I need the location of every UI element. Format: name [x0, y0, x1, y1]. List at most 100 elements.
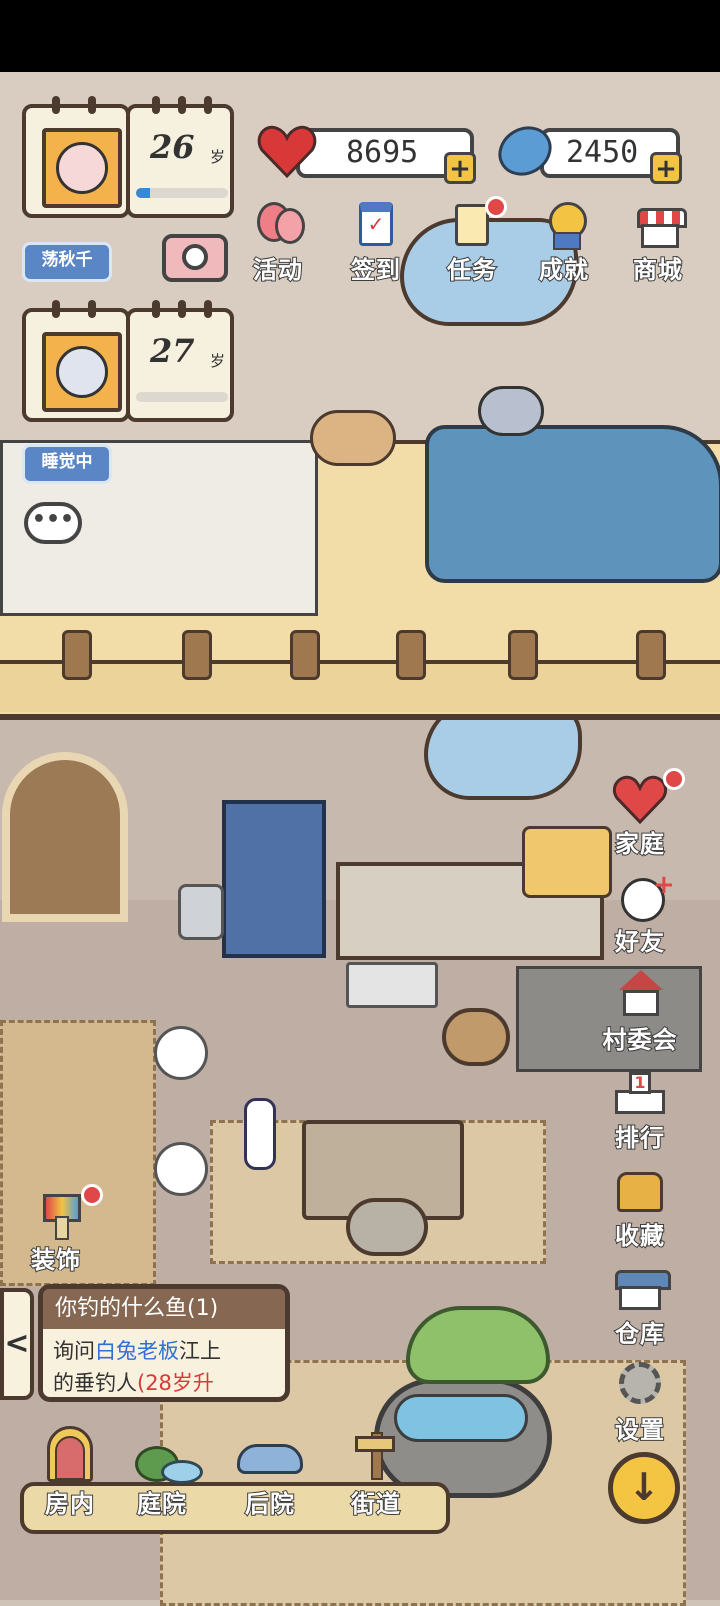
status-bar	[0, 0, 720, 72]
nav-indoor[interactable]: 房内	[20, 1424, 120, 1519]
scroll-down-button[interactable]: ↓	[608, 1452, 680, 1524]
side-collection-button[interactable]: 收藏	[594, 1166, 686, 1251]
checkin-icon: ✓	[349, 200, 403, 250]
side-label: 收藏	[614, 1221, 665, 1251]
menu-label: 活动	[252, 255, 303, 285]
binder-ring	[52, 300, 60, 318]
gear-icon	[607, 1360, 673, 1410]
lotus-leaf	[406, 1306, 550, 1384]
podium-icon: 1	[607, 1068, 673, 1118]
menu-shop[interactable]: 商城	[618, 200, 698, 285]
loft-post	[396, 630, 426, 680]
blue-cabinet[interactable]	[222, 800, 326, 958]
loft-post	[182, 630, 212, 680]
menu-activity[interactable]: 活动	[238, 200, 318, 285]
loft-post	[290, 630, 320, 680]
status-badge-2[interactable]: 睡觉中	[22, 444, 112, 484]
quest-title: 你钓的什么鱼(1)	[43, 1289, 285, 1329]
cotton-plant[interactable]	[154, 1026, 208, 1080]
character-portrait-1[interactable]	[22, 96, 130, 218]
side-ranking-button[interactable]: 1 排行	[594, 1068, 686, 1153]
quest-collapse-button[interactable]: <	[0, 1288, 34, 1400]
wooden-stool[interactable]	[442, 1008, 510, 1066]
binder-ring	[88, 96, 96, 114]
menu-label: 任务	[446, 255, 497, 285]
quest-npc-link[interactable]: 白兔老板	[95, 1339, 179, 1363]
nav-label: 后院	[244, 1489, 295, 1519]
side-family-button[interactable]: 家庭	[594, 768, 686, 859]
quest-requirement: (28岁升	[137, 1371, 214, 1395]
decorate-button[interactable]: 装饰	[10, 1184, 103, 1275]
notification-dot	[81, 1184, 103, 1206]
side-settings-button[interactable]: 设置	[594, 1360, 686, 1445]
decorate-label: 装饰	[30, 1245, 81, 1275]
notification-dot	[485, 196, 507, 218]
side-friends-button[interactable]: + 好友	[594, 872, 686, 957]
age-card-2: 27 岁	[126, 300, 234, 422]
side-village-button[interactable]: 村委会	[594, 970, 686, 1055]
courtyard-icon	[127, 1424, 203, 1484]
age-progress-bar	[136, 392, 228, 402]
side-label: 仓库	[614, 1319, 665, 1349]
panda-icon: +	[607, 872, 675, 922]
cat-avatar	[42, 332, 122, 412]
nav-street[interactable]: 街道	[326, 1424, 426, 1519]
menu-achievements[interactable]: 成就	[524, 200, 604, 285]
gem-currency-icon	[498, 126, 552, 176]
shop-icon	[631, 200, 687, 250]
side-label: 村委会	[602, 1025, 678, 1055]
side-label: 设置	[614, 1415, 665, 1445]
loft-post	[508, 630, 538, 680]
age-value: 26	[150, 128, 195, 166]
nav-label: 街道	[350, 1489, 401, 1519]
age-unit: 岁	[210, 148, 226, 166]
water-jar[interactable]	[178, 884, 224, 940]
bed-blanket[interactable]	[425, 425, 720, 583]
flower-vase[interactable]	[244, 1098, 276, 1170]
quest-description: 询问白兔老板江上 的垂钓人(28岁升	[53, 1335, 289, 1399]
menu-checkin[interactable]: ✓ 签到	[336, 200, 416, 285]
sleeping-cat[interactable]	[478, 386, 544, 436]
side-warehouse-button[interactable]: 仓库	[594, 1264, 686, 1349]
binder-ring	[204, 300, 212, 318]
village-house-icon	[607, 970, 673, 1020]
cat-avatar	[42, 128, 122, 208]
loft-post	[636, 630, 666, 680]
age-progress-fill	[136, 188, 150, 198]
add-hearts-button[interactable]: +	[444, 152, 476, 184]
wooden-door[interactable]	[2, 752, 128, 922]
age-value: 27	[150, 332, 195, 370]
stone-step	[346, 962, 438, 1008]
nav-courtyard[interactable]: 庭院	[112, 1424, 212, 1519]
menu-label: 签到	[350, 255, 401, 285]
heart-currency-icon	[257, 125, 317, 179]
side-table[interactable]	[310, 410, 396, 466]
add-gems-button[interactable]: +	[650, 152, 682, 184]
quest-text: 江上	[179, 1339, 221, 1363]
paint-brush-icon	[23, 1184, 103, 1240]
side-label: 排行	[614, 1123, 665, 1153]
nav-label: 房内	[44, 1489, 95, 1519]
menu-label: 商城	[632, 255, 683, 285]
nav-backyard[interactable]: 后院	[220, 1424, 320, 1519]
quest-panel[interactable]: 你钓的什么鱼(1) 询问白兔老板江上 的垂钓人(28岁升	[38, 1284, 290, 1402]
status-badge-1[interactable]: 荡秋千	[22, 242, 112, 282]
binder-ring	[204, 96, 212, 114]
car-icon	[235, 1424, 305, 1484]
indoor-door-icon	[35, 1424, 105, 1484]
cotton-plant[interactable]	[154, 1142, 208, 1196]
binder-ring	[152, 96, 160, 114]
character-portrait-2[interactable]	[22, 300, 130, 422]
chat-bubble-icon[interactable]: •••	[24, 502, 82, 544]
task-scroll-icon	[445, 196, 507, 250]
camera-icon[interactable]	[162, 234, 228, 282]
menu-label: 成就	[538, 255, 589, 285]
binder-ring	[178, 96, 186, 114]
loft-edge	[0, 660, 720, 712]
floor-cushion[interactable]	[346, 1198, 428, 1256]
cat-face-icon	[56, 346, 108, 398]
camera-lens	[182, 244, 208, 270]
balloon-icon	[251, 200, 305, 250]
medal-icon	[537, 200, 591, 250]
menu-tasks[interactable]: 任务	[432, 196, 512, 285]
